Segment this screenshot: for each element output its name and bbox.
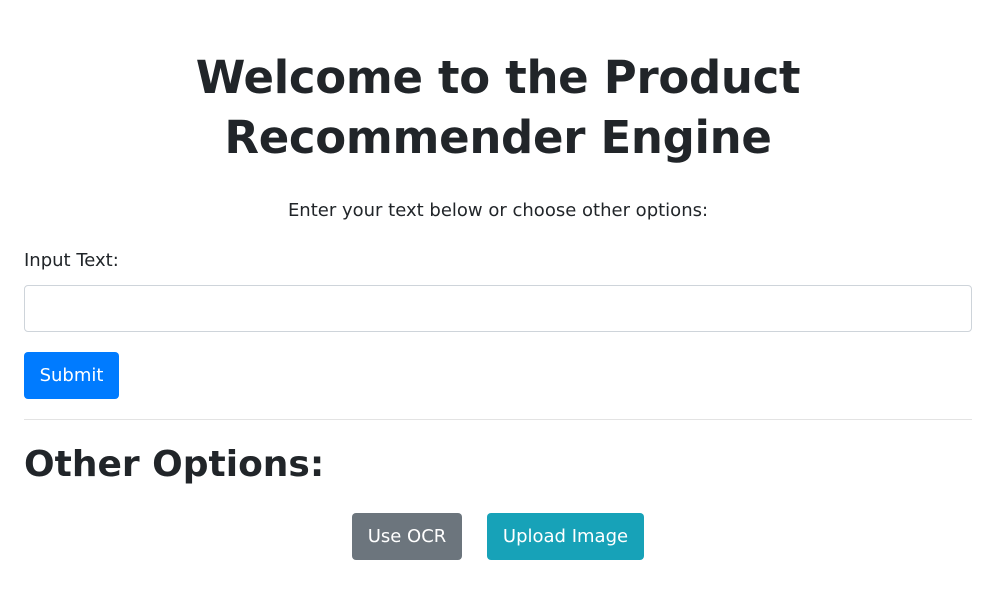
main-container: Welcome to the Product Recommender Engin… xyxy=(24,0,972,560)
section-divider xyxy=(24,419,972,420)
input-text-field[interactable] xyxy=(24,285,972,332)
page-title: Welcome to the Product Recommender Engin… xyxy=(195,51,801,164)
upload-image-button[interactable]: Upload Image xyxy=(487,513,644,560)
page-subtitle: Enter your text below or choose other op… xyxy=(287,200,709,221)
input-text-label: Input Text: xyxy=(24,250,119,271)
use-ocr-button[interactable]: Use OCR xyxy=(352,513,462,560)
other-options-heading: Other Options: xyxy=(24,444,325,485)
submit-button[interactable]: Submit xyxy=(24,352,119,399)
